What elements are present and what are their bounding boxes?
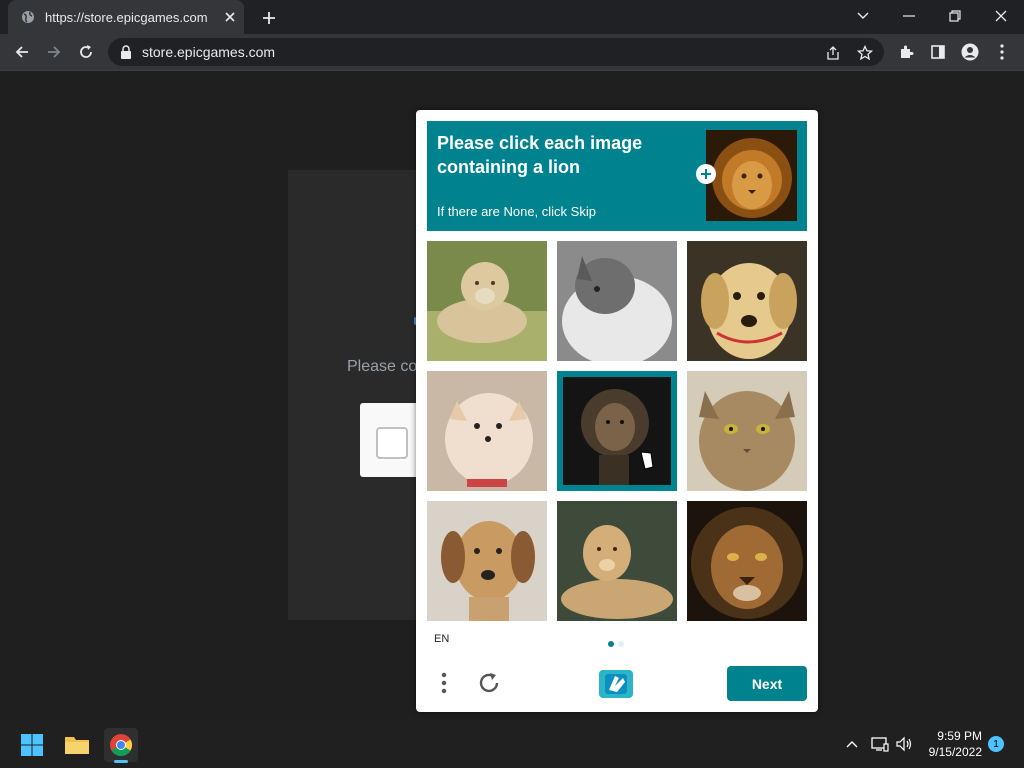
browser-tab[interactable]: https://store.epicgames.com (8, 0, 244, 34)
expand-sample-icon[interactable] (696, 164, 716, 184)
challenge-image-4[interactable] (427, 371, 547, 491)
sample-lion-image (706, 130, 797, 221)
verification-text: Please co (347, 358, 418, 375)
challenge-image-8[interactable] (557, 501, 677, 621)
challenge-image-6[interactable] (687, 371, 807, 491)
tab-close-icon[interactable] (220, 7, 240, 27)
side-panel-icon[interactable] (926, 40, 950, 64)
captcha-checkbox[interactable] (376, 427, 408, 459)
chrome-menu-icon[interactable] (990, 40, 1014, 64)
challenge-prompt: Please click each image containing a lio… (427, 121, 807, 231)
challenge-image-9[interactable] (687, 501, 807, 621)
chrome-taskbar-icon[interactable] (104, 728, 138, 762)
challenge-image-3[interactable] (687, 241, 807, 361)
volume-icon[interactable] (894, 734, 914, 754)
windows-start-icon[interactable] (15, 728, 49, 762)
extensions-icon[interactable] (894, 40, 918, 64)
bookmark-star-icon[interactable] (854, 42, 876, 64)
file-explorer-icon[interactable] (60, 728, 94, 762)
page-dot-active (608, 641, 614, 647)
browser-titlebar: https://store.epicgames.com (0, 0, 1024, 34)
refresh-challenge-button[interactable] (474, 668, 504, 698)
challenge-image-7[interactable] (427, 501, 547, 621)
new-tab-button[interactable] (258, 7, 280, 29)
reload-button[interactable] (74, 40, 98, 64)
clock-date: 9/15/2022 (928, 745, 982, 759)
clock-time: 9:59 PM (937, 729, 982, 743)
prompt-subtitle: If there are None, click Skip (437, 204, 596, 219)
network-icon[interactable] (870, 734, 890, 754)
browser-toolbar: store.epicgames.com (0, 34, 1024, 70)
captcha-menu-button[interactable] (434, 669, 454, 699)
challenge-image-1[interactable] (427, 241, 547, 361)
active-app-indicator (114, 760, 128, 763)
close-window-button[interactable] (986, 4, 1016, 28)
image-grid (427, 241, 807, 621)
back-button[interactable] (10, 40, 34, 64)
profile-icon[interactable] (958, 40, 982, 64)
restore-button[interactable] (940, 4, 970, 28)
clock[interactable]: 9:59 PM 9/15/2022 (920, 728, 982, 760)
notification-badge[interactable]: 1 (988, 736, 1004, 752)
forward-button[interactable] (42, 40, 66, 64)
share-icon[interactable] (822, 42, 844, 64)
hcaptcha-logo-icon[interactable] (597, 666, 635, 702)
lock-icon (121, 45, 131, 59)
prompt-title: Please click each image containing a lio… (437, 133, 643, 177)
address-bar[interactable]: store.epicgames.com (108, 38, 884, 66)
globe-icon (22, 11, 34, 23)
minimize-button[interactable] (894, 4, 924, 28)
language-selector[interactable]: EN (434, 633, 449, 645)
tab-title: https://store.epicgames.com (45, 9, 208, 25)
taskbar: 9:59 PM 9/15/2022 1 (0, 720, 1024, 768)
show-hidden-icons-icon[interactable] (842, 734, 862, 754)
next-button[interactable]: Next (727, 666, 807, 701)
challenge-image-2[interactable] (557, 241, 677, 361)
url-text: store.epicgames.com (142, 44, 276, 60)
page-dot (618, 641, 624, 647)
challenge-image-5-selected[interactable] (557, 371, 677, 491)
tab-search-icon[interactable] (848, 4, 878, 28)
captcha-challenge: Please click each image containing a lio… (416, 110, 818, 712)
